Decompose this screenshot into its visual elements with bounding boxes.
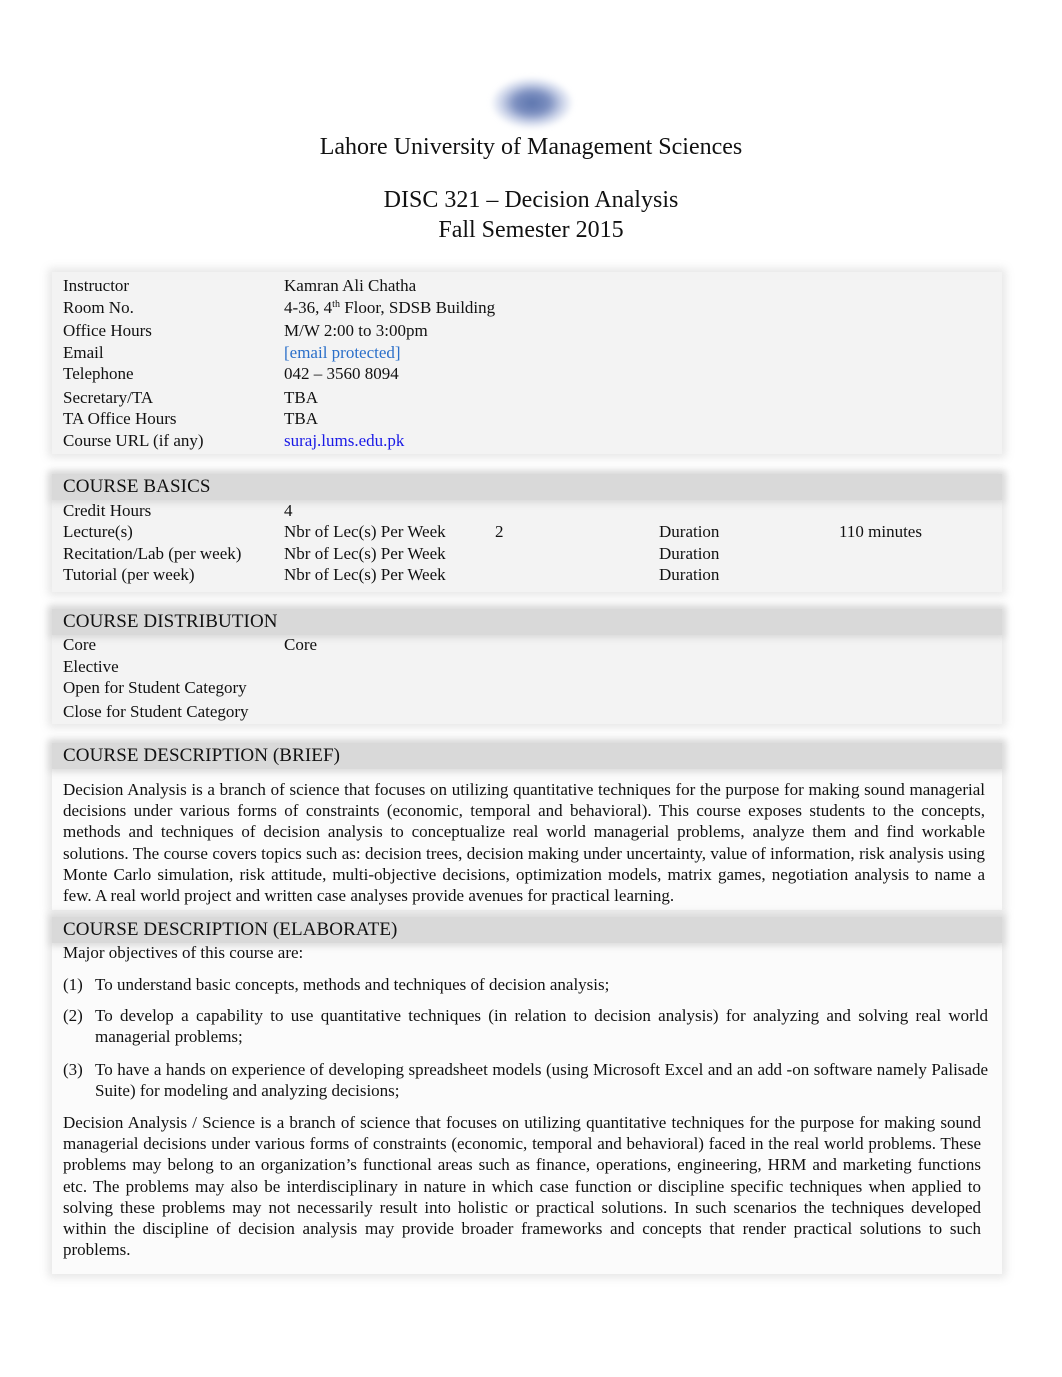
- nbr-label: Nbr of Lec(s) Per Week: [284, 522, 446, 541]
- course-url-link[interactable]: suraj.lums.edu.pk: [284, 431, 404, 451]
- lecture-row: Lecture(s) Nbr of Lec(s) Per Week 2 Dura…: [52, 522, 1002, 544]
- tutorial-row: Tutorial (per week) Nbr of Lec(s) Per We…: [52, 565, 1002, 587]
- info-label: Room No.: [63, 298, 134, 317]
- credit-hours-row: Credit Hours 4: [52, 501, 1002, 523]
- row-label: Recitation/Lab (per week): [63, 544, 242, 563]
- section-heading: COURSE DESCRIPTION (ELABORATE): [63, 919, 398, 940]
- distribution-row-close: Close for Student Category: [52, 702, 1002, 724]
- telephone-value: 042 – 3560 8094: [284, 364, 399, 383]
- objective-item: (2) To develop a capability to use quant…: [63, 1005, 988, 1049]
- row-label: Open for Student Category: [63, 678, 247, 697]
- distribution-row-elective: Elective: [52, 657, 1002, 679]
- ta-office-hours-value: TBA: [284, 409, 318, 428]
- course-distribution-header: COURSE DISTRIBUTION: [52, 609, 1002, 635]
- ordinal-suffix: th: [332, 299, 340, 310]
- description-brief-header: COURSE DESCRIPTION (BRIEF): [52, 743, 1002, 769]
- description-brief-text: Decision Analysis is a branch of science…: [63, 780, 985, 906]
- info-label: Instructor: [63, 276, 130, 295]
- course-heading: DISC 321 – Decision Analysis Fall Semest…: [0, 185, 1062, 245]
- objective-text: To have a hands on experience of develop…: [95, 1060, 988, 1101]
- info-label: TA Office Hours: [63, 409, 177, 428]
- recitation-row: Recitation/Lab (per week) Nbr of Lec(s) …: [52, 544, 1002, 566]
- credit-hours-value: 4: [284, 501, 293, 520]
- office-hours-value: M/W 2:00 to 3:00pm: [284, 321, 428, 340]
- room-value: 4-36, 4th Floor, SDSB Building: [284, 298, 495, 318]
- row-label: Close for Student Category: [63, 702, 249, 721]
- duration-label: Duration: [659, 522, 720, 541]
- description-elaborate-header: COURSE DESCRIPTION (ELABORATE): [52, 917, 1002, 943]
- info-label: Secretary/TA: [63, 388, 154, 407]
- email-link[interactable]: [email protected]: [284, 343, 401, 363]
- row-label: Lecture(s): [63, 522, 133, 541]
- objective-item: (3) To have a hands on experience of dev…: [63, 1059, 988, 1103]
- instructor-name: Kamran Ali Chatha: [284, 276, 417, 295]
- info-row-instructor: Instructor Kamran Ali Chatha: [52, 276, 1002, 298]
- info-row-room: Room No. 4-36, 4th Floor, SDSB Building: [52, 298, 1002, 320]
- semester: Fall Semester 2015: [438, 217, 624, 243]
- university-logo: [492, 78, 572, 128]
- course-title: DISC 321 – Decision Analysis: [383, 187, 679, 213]
- objective-text: To develop a capability to use quantitat…: [95, 1006, 988, 1047]
- info-row-office-hours: Office Hours M/W 2:00 to 3:00pm: [52, 321, 1002, 343]
- info-row-email: Email [email protected]: [52, 343, 1002, 365]
- university-name: Lahore University of Management Sciences: [319, 134, 743, 160]
- objective-number: (2): [63, 1006, 83, 1025]
- room-building: Floor, SDSB Building: [339, 298, 496, 317]
- objective-item: (1) To understand basic concepts, method…: [63, 974, 988, 996]
- duration-value: 110 minutes: [839, 522, 922, 541]
- section-heading: COURSE DESCRIPTION (BRIEF): [63, 745, 341, 766]
- nbr-label: Nbr of Lec(s) Per Week: [284, 544, 446, 563]
- row-label: Tutorial (per week): [63, 565, 195, 584]
- info-row-secretary: Secretary/TA TBA: [52, 388, 1002, 410]
- objectives-intro: Major objectives of this course are:: [63, 943, 304, 962]
- info-row-telephone: Telephone 042 – 3560 8094: [52, 364, 1002, 386]
- nbr-value: 2: [495, 522, 504, 541]
- nbr-label: Nbr of Lec(s) Per Week: [284, 565, 446, 584]
- secretary-value: TBA: [284, 388, 318, 407]
- section-heading: COURSE DISTRIBUTION: [63, 611, 278, 632]
- info-label: Office Hours: [63, 321, 152, 340]
- row-label: Core: [63, 635, 97, 654]
- objective-text: To understand basic concepts, methods an…: [95, 975, 610, 994]
- info-row-ta-office-hours: TA Office Hours TBA: [52, 409, 1002, 431]
- info-label: Telephone: [63, 364, 134, 383]
- info-label: Email: [63, 343, 104, 362]
- row-label: Elective: [63, 657, 119, 676]
- objective-number: (3): [63, 1060, 83, 1079]
- objective-number: (1): [63, 975, 83, 994]
- credit-hours-label: Credit Hours: [63, 501, 152, 520]
- info-label: Course URL (if any): [63, 431, 204, 450]
- distribution-row-open: Open for Student Category: [52, 678, 1002, 700]
- course-basics-header: COURSE BASICS: [52, 474, 1002, 500]
- info-row-course-url: Course URL (if any) suraj.lums.edu.pk: [52, 431, 1002, 453]
- duration-label: Duration: [659, 544, 720, 563]
- room-number: 4-36, 4: [284, 298, 333, 317]
- section-heading: COURSE BASICS: [63, 476, 211, 497]
- distribution-row-core: Core Core: [52, 635, 1002, 657]
- description-elaborate-text: Decision Analysis / Science is a branch …: [63, 1113, 981, 1260]
- row-value: Core: [284, 635, 318, 654]
- duration-label: Duration: [659, 565, 720, 584]
